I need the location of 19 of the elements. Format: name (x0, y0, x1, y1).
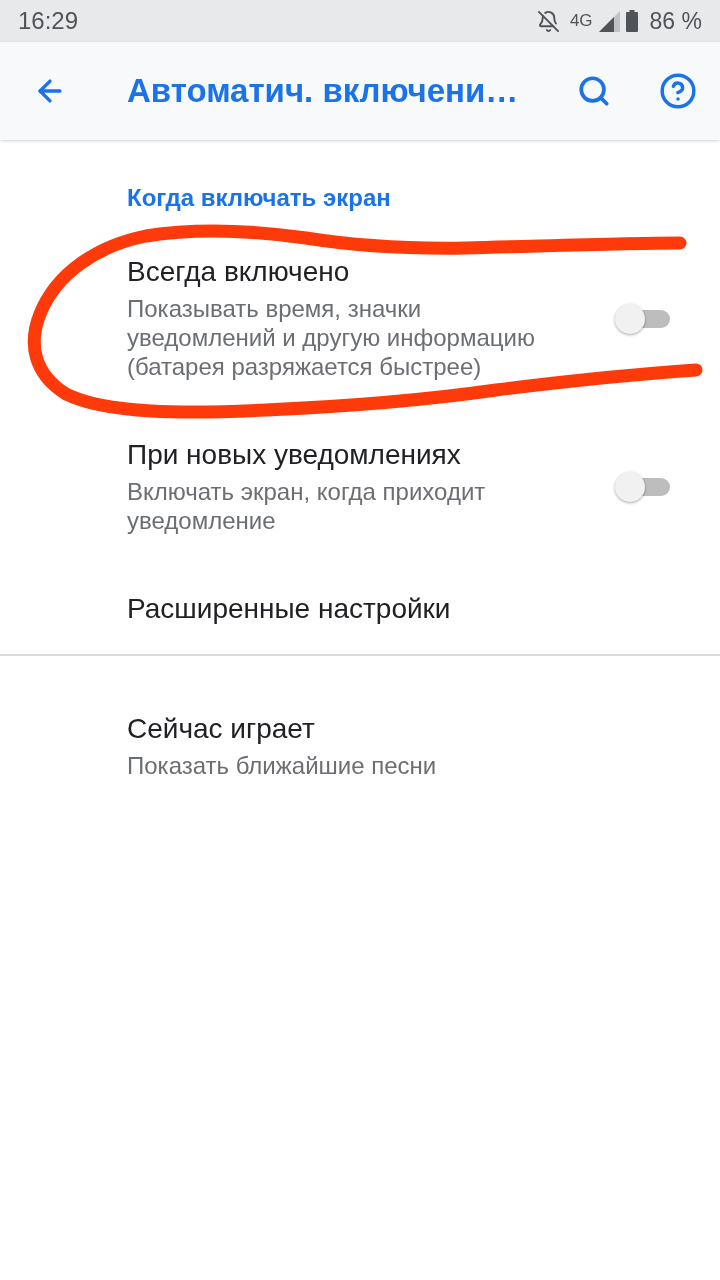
help-icon (659, 72, 697, 110)
battery-icon (625, 10, 638, 32)
setting-title: Расширенные настройки (127, 593, 452, 625)
toggle-switch[interactable] (614, 471, 672, 503)
setting-title: При новых уведомлениях (127, 439, 462, 471)
setting-summary: Включать экран, когда приходит уведомление (127, 477, 487, 535)
toggle-switch[interactable] (614, 302, 672, 335)
setting-title: Сейчас играет (127, 713, 316, 745)
battery-percent: 86 % (649, 7, 702, 35)
network-type: 4G (569, 11, 593, 31)
signal-icon (598, 10, 620, 32)
setting-summary: Показывать время, значки уведомлений и другую информацию (батарея разряжается быстрее) (127, 294, 536, 381)
search-icon (577, 74, 611, 108)
screen-title: Автоматич. включени… (127, 72, 520, 110)
status-time: 16:29 (18, 7, 80, 35)
bell-off-icon (536, 9, 560, 33)
setting-summary: Показать ближайшие песни (127, 751, 438, 780)
section-header: Когда включать экран (126, 183, 392, 213)
setting-title: Всегда включено (127, 256, 351, 288)
